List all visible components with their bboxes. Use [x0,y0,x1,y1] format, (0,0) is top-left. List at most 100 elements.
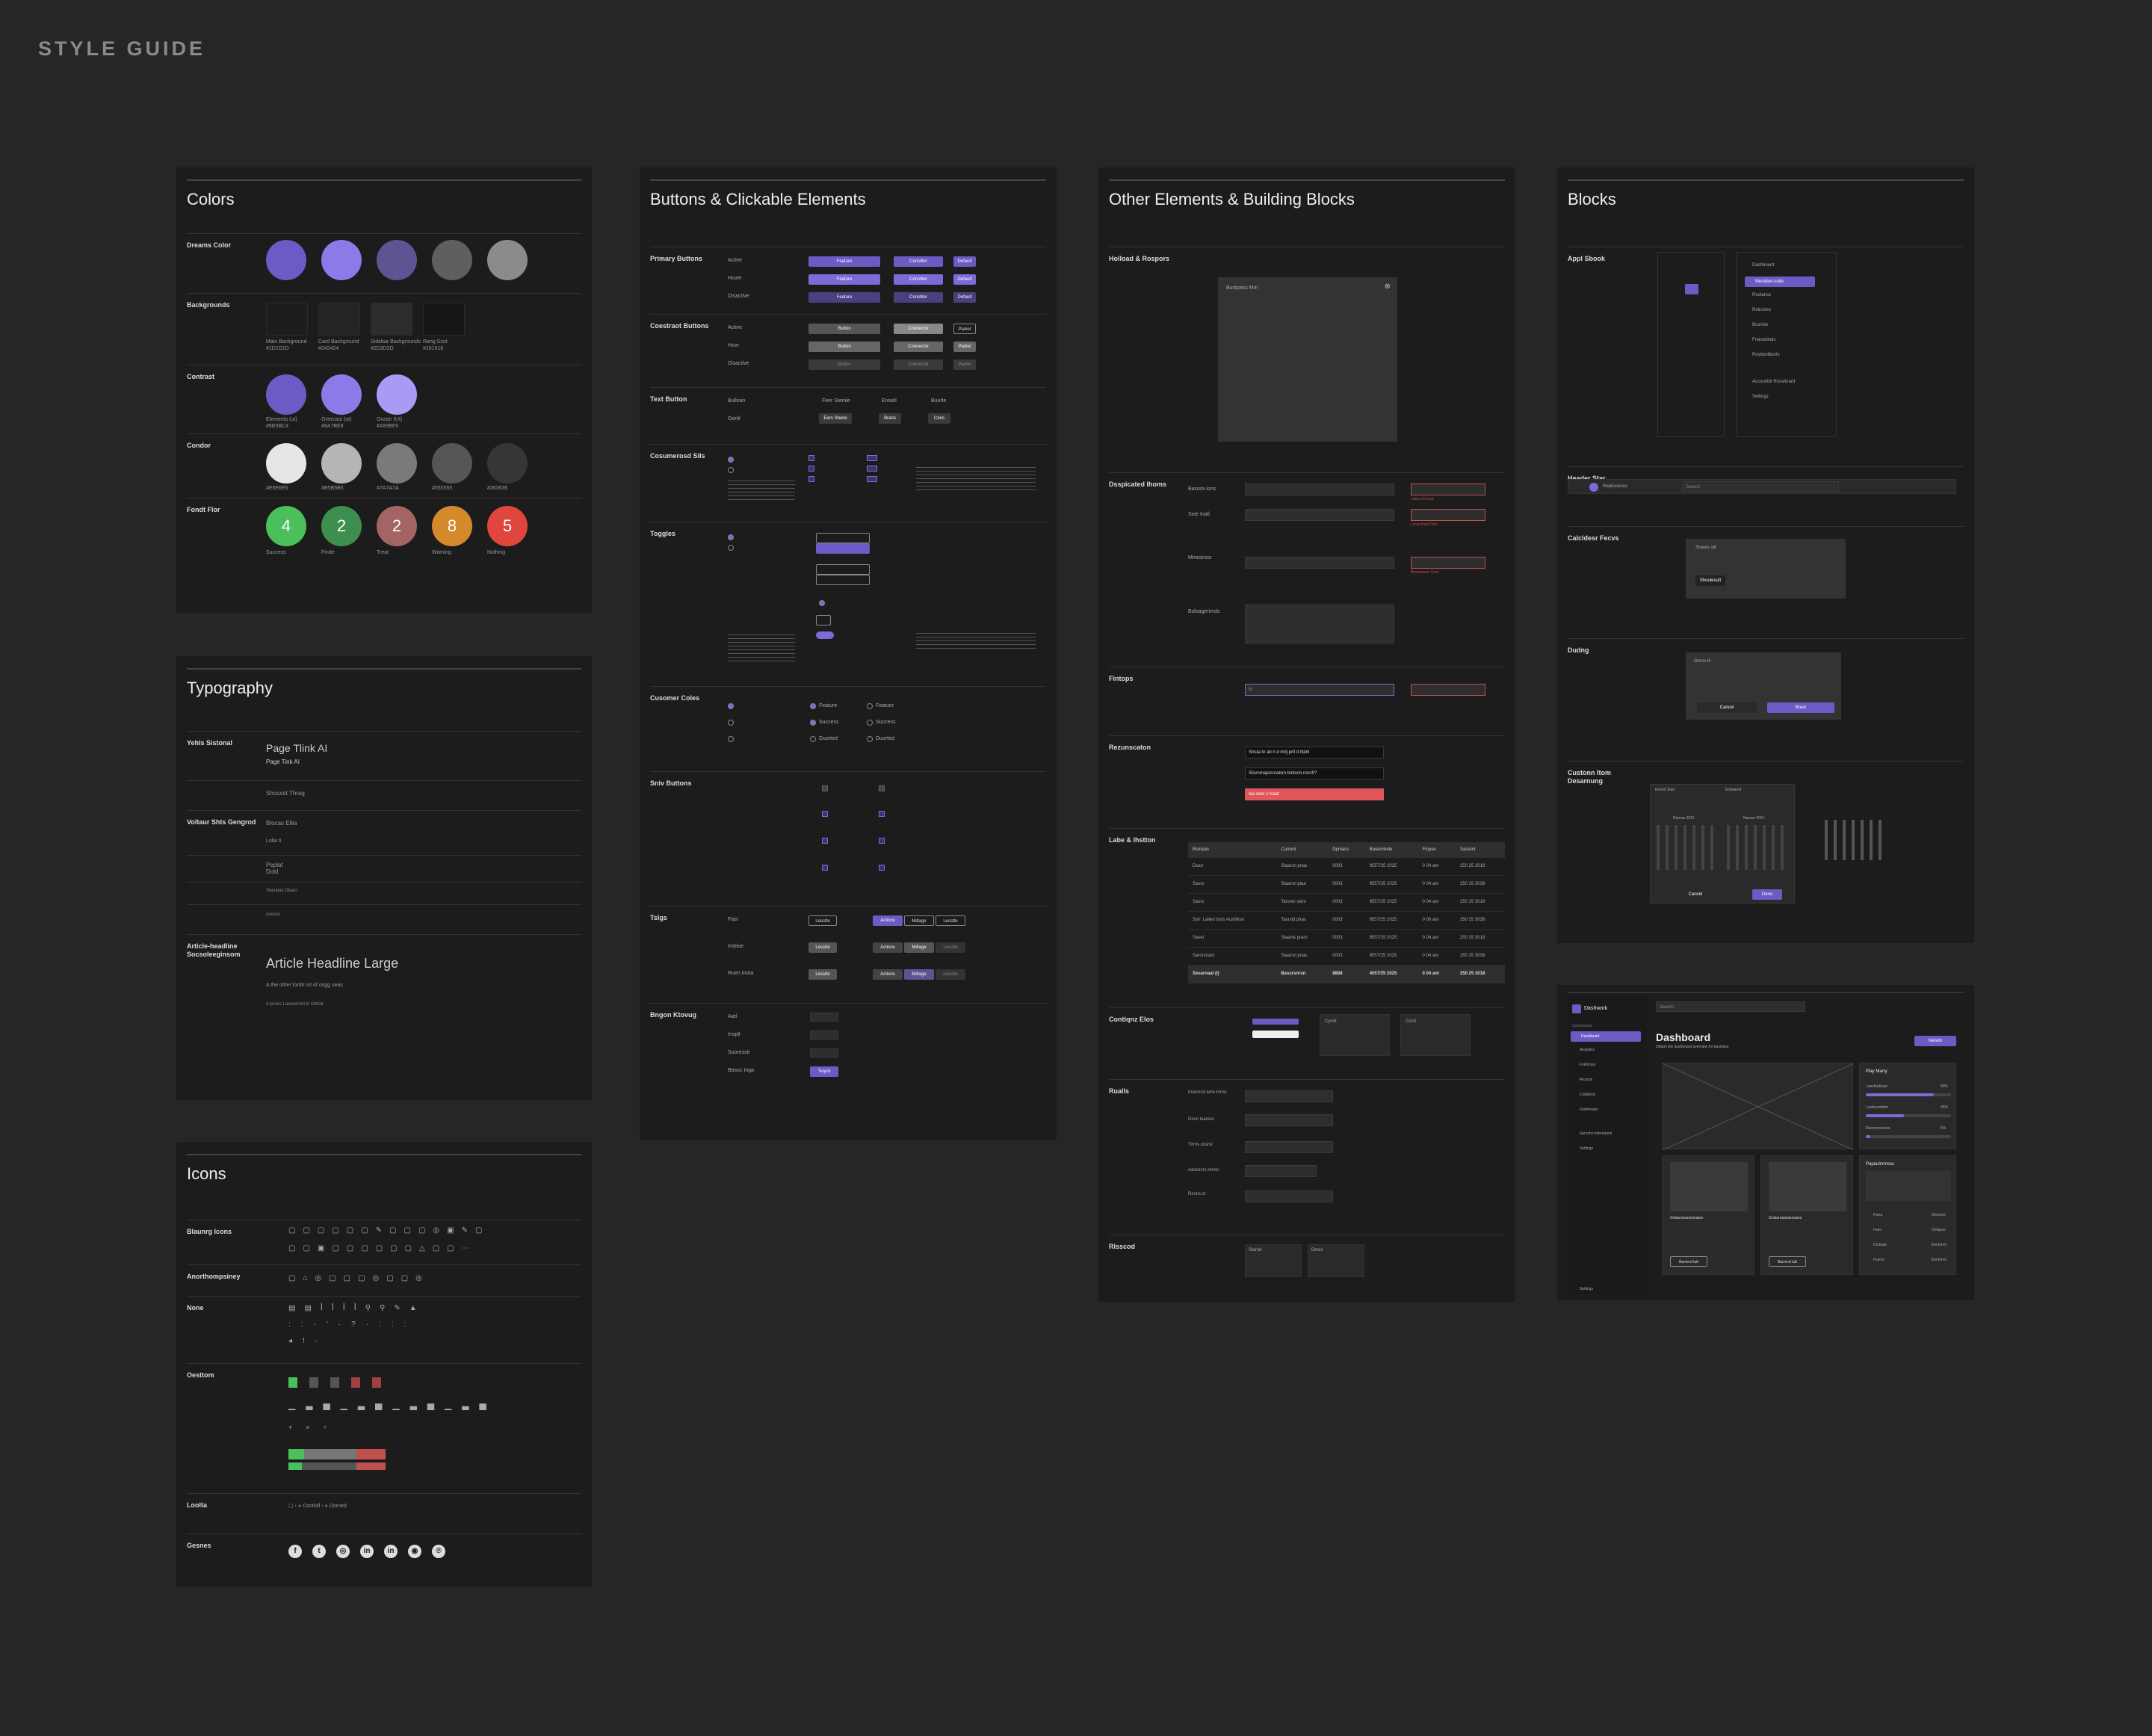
input[interactable] [1245,1190,1333,1202]
action-button[interactable]: Tioyck [810,1066,838,1077]
error-field[interactable] [1411,509,1485,521]
outline-button[interactable]: Paniet [953,324,976,334]
sidebar-item-settings[interactable]: Settings [1580,1287,1593,1291]
secondary-button-disabled[interactable]: Paniet [953,359,976,370]
secondary-button[interactable]: Button [808,324,880,334]
stepper[interactable] [816,615,831,625]
sidebar-item[interactable]: Rrostus [1580,1078,1592,1082]
small-input[interactable] [810,1013,838,1022]
text-button[interactable]: Earn Steele [819,413,852,424]
icon-button[interactable] [822,785,828,791]
radio[interactable] [810,736,816,742]
checkbox[interactable] [867,476,877,482]
input[interactable] [1245,1141,1333,1153]
checkbox[interactable] [808,476,814,482]
tag-button[interactable]: Lesstte [808,915,837,926]
tab[interactable]: Actions [873,942,903,953]
tab[interactable]: Lesstte [936,969,965,980]
text-button[interactable]: Ereatil [882,398,897,404]
linkedin-text-icon[interactable]: in [384,1545,398,1558]
card-button[interactable]: Barrnrsf lutt [1670,1256,1707,1267]
radio[interactable] [728,457,734,463]
radio[interactable] [728,736,734,742]
tag-button[interactable]: Lesstte [808,942,837,953]
checkbox[interactable] [867,455,877,461]
input[interactable] [1245,1090,1333,1102]
primary-button-disabled[interactable]: Constiter [894,292,943,303]
done-button[interactable]: Done [1752,889,1782,900]
checkbox[interactable] [867,466,877,472]
tab[interactable]: Miltage [904,915,934,926]
radio[interactable] [867,703,873,709]
icon-button[interactable] [822,811,828,817]
icon-button[interactable] [879,838,885,844]
primary-button-hover[interactable]: Feature [808,274,880,285]
radio[interactable] [867,736,873,742]
radio[interactable] [810,720,816,726]
twitter-icon[interactable]: t [312,1545,326,1558]
icon-button[interactable] [879,785,885,791]
text-field[interactable] [1245,557,1394,569]
radio[interactable] [728,534,734,540]
secondary-button-disabled[interactable]: Connector [894,359,943,370]
close-icon[interactable]: ⊗ [1385,282,1391,291]
tag-button[interactable]: Lesstte [808,969,837,980]
radio[interactable] [819,600,825,606]
card-button[interactable]: Barrnrsf lutt [1769,1256,1806,1267]
textarea[interactable] [1245,605,1394,643]
radio[interactable] [728,545,734,551]
secondary-button[interactable]: Paniet [953,342,976,352]
secondary-button-disabled[interactable]: Button [808,359,880,370]
search-input[interactable]: Search [1682,481,1839,492]
error-field[interactable] [1411,684,1485,696]
radio[interactable] [728,703,734,709]
linkedin-icon[interactable]: in [360,1545,374,1558]
toggle-button[interactable] [816,575,870,585]
tab[interactable]: Actions [873,915,903,926]
radio[interactable] [728,720,734,726]
primary-button[interactable]: Default [953,256,976,267]
sidebar-item[interactable]: Fnklirrsss [1580,1063,1595,1067]
sidebar-item[interactable]: Colabtms [1580,1093,1595,1097]
search-input[interactable]: Search [1656,1001,1805,1012]
secondary-button[interactable]: Connector [894,342,943,352]
tab[interactable]: Lesstte [936,942,965,953]
sidebar-item[interactable]: Settings [1580,1146,1593,1151]
sidebar-item[interactable]: Sarnshs Internatonl [1580,1131,1612,1136]
primary-button[interactable]: Feature [808,256,880,267]
secondary-button[interactable]: Connector [894,324,943,334]
cancel-button[interactable]: Cancel [1681,889,1710,900]
text-button[interactable]: Buurle [931,398,946,404]
select[interactable] [1245,1165,1317,1177]
text-button[interactable]: Cons [928,413,950,424]
icon-button[interactable] [879,811,885,817]
tab[interactable]: Actions [873,969,903,980]
new-button[interactable]: Newtin [1914,1036,1956,1046]
pinterest-icon[interactable]: ℗ [432,1545,445,1558]
toggle-switch[interactable] [816,631,834,639]
icon-button[interactable] [822,838,828,844]
alert-button[interactable]: Shoulesutt [1695,575,1725,586]
text-field[interactable] [1245,509,1394,521]
tab[interactable]: Lesstte [936,915,965,926]
radio[interactable] [728,467,734,473]
text-field[interactable] [1245,484,1394,495]
confirm-button[interactable]: Breat [1767,702,1834,713]
small-input[interactable] [810,1031,838,1040]
radio[interactable] [810,703,816,709]
dribbble-icon[interactable]: ◉ [408,1545,421,1558]
checkbox[interactable] [808,455,814,461]
date-range-picker[interactable]: Eemtd Start Enddamd Rarnsa 2021 Narsse 2… [1650,784,1795,903]
secondary-button[interactable]: Button [808,342,880,352]
primary-button[interactable]: Constiter [894,256,943,267]
primary-button-hover[interactable]: Constiter [894,274,943,285]
sidebar-item-dashboard[interactable]: Dashboard [1571,1031,1641,1042]
toggle-button[interactable] [816,564,870,575]
icon-button[interactable] [822,865,828,871]
tab[interactable]: Miltage [904,942,934,953]
primary-button-hover[interactable]: Default [953,274,976,285]
facebook-icon[interactable]: f [288,1545,302,1558]
sidebar-item[interactable]: Analytics [1580,1048,1595,1052]
toggle-button[interactable] [816,543,870,554]
toggle-button[interactable] [816,533,870,543]
